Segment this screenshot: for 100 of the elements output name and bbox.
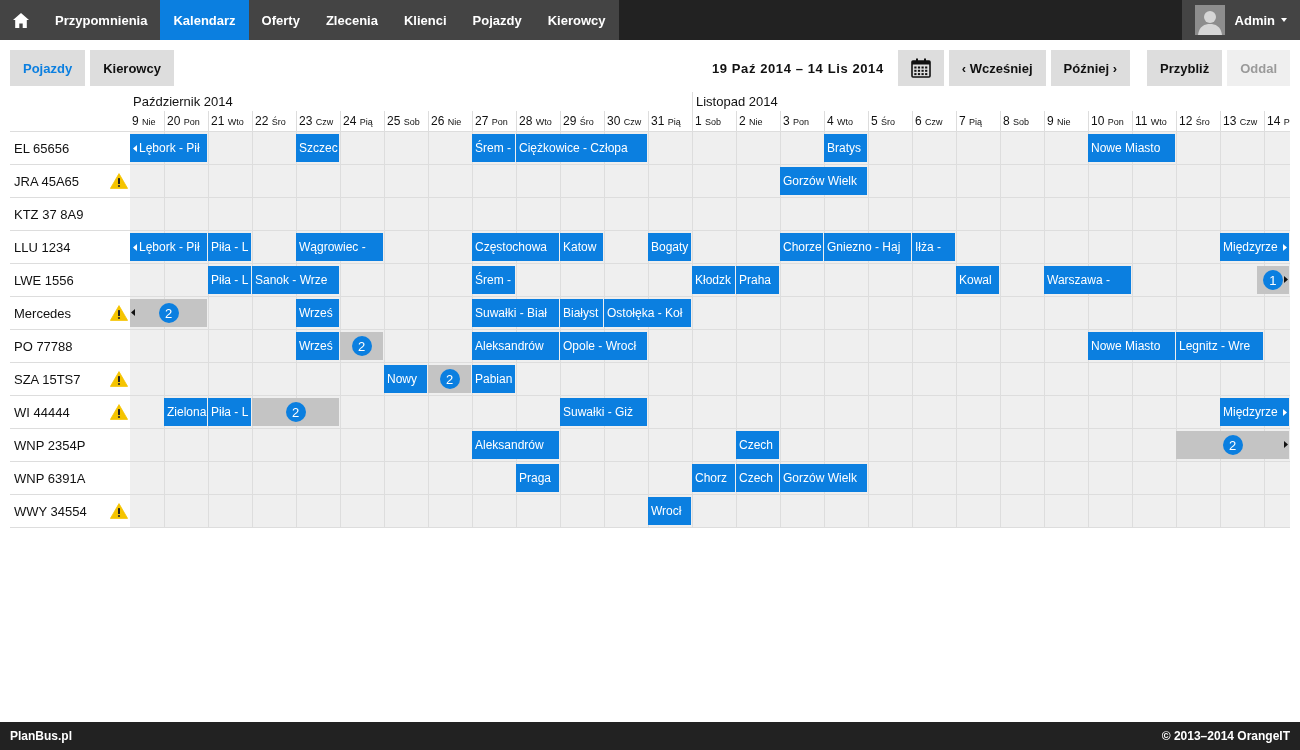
trip-bar[interactable]: Gorzów Wielk [780,167,867,195]
trip-bar[interactable]: Suwałki - Biał [472,299,559,327]
event-group[interactable]: 1 [1256,266,1289,294]
trip-bar[interactable]: Wągrowiec - [296,233,383,261]
trip-bar[interactable]: Nowe Miasto [1088,134,1175,162]
trip-bar[interactable]: Aleksandrów [472,431,559,459]
month-header: Październik 2014 [132,93,234,111]
trip-bar[interactable]: Śrem - [472,134,515,162]
count-badge: 2 [1222,435,1243,455]
trip-bar[interactable]: Pabian [472,365,515,393]
trip-bar[interactable]: Śrem - [472,266,515,294]
trip-bar[interactable]: Piła - L [208,233,251,261]
trip-bar[interactable]: Nowy [384,365,427,393]
trip-bar[interactable]: Praha [736,266,779,294]
trip-bar[interactable]: Chorz [692,464,735,492]
event-group[interactable]: 2 [130,299,207,327]
event-group[interactable]: 2 [1176,431,1289,459]
day-header: 8 Sob [1000,111,1044,131]
user-menu[interactable]: Admin [1181,0,1300,40]
period-button[interactable]: Później › [1050,50,1131,86]
trip-bar[interactable]: Wrześ [296,332,339,360]
copyright-text: © 2013–2014 OrangeIT [1161,729,1290,743]
trip-bar[interactable]: Białyst [560,299,603,327]
trip-bar[interactable]: Piła - L [208,266,251,294]
count-badge: 2 [439,369,460,389]
trip-bar[interactable]: Lębork - Pił [130,233,207,261]
event-group[interactable]: 2 [252,398,339,426]
nav-tab[interactable]: Zlecenia [312,0,391,40]
day-header: 4 Wto [824,111,868,131]
trip-bar[interactable]: Gniezno - Haj [824,233,911,261]
trip-bar[interactable]: Czech [736,431,779,459]
trip-bar[interactable]: Nowe Miasto [1088,332,1175,360]
trip-bar[interactable]: Szczec [296,134,339,162]
vehicle-name: KTZ 37 8A9 [14,206,84,222]
vehicle-name: WWY 34554 [14,503,87,519]
day-header: 9 Nie [131,113,157,130]
trip-bar[interactable]: Legnitz - Wre [1176,332,1263,360]
trip-bar[interactable]: Chorze [780,233,823,261]
trip-bar[interactable]: Wrześ [296,299,339,327]
vehicle-name: LWE 1556 [14,272,74,288]
calendar-icon [910,58,931,78]
trip-bar[interactable]: Zielona [164,398,207,426]
trip-bar[interactable]: Bogaty [648,233,691,261]
nav-tab[interactable]: Pojazdy [459,0,535,40]
day-header: 24 Pią [340,111,384,131]
trip-bar[interactable]: Katow [560,233,603,261]
day-header: 29 Śro [560,111,604,131]
day-header: 2 Nie [736,111,780,131]
trip-bar[interactable]: Ostołęka - Koł [604,299,691,327]
month-header: Listopad 2014 [692,92,1290,111]
event-group[interactable]: 2 [340,332,383,360]
trip-bar[interactable]: Piła - L [208,398,251,426]
vehicle-name: JRA 45A65 [14,173,80,189]
brand-label: PlanBus.pl [10,729,72,743]
trip-bar[interactable]: Kłodzk [692,266,735,294]
trip-bar[interactable]: Praga [516,464,559,492]
day-header: 14 P [1264,111,1290,131]
zoom-button[interactable]: Przybliż [1147,50,1223,86]
period-button[interactable]: ‹ Wcześniej [948,50,1046,86]
trip-bar[interactable]: Opole - Wrocł [560,332,647,360]
nav-tab[interactable]: Kierowcy [534,0,619,40]
trip-bar[interactable]: Sanok - Wrze [252,266,339,294]
nav-tab[interactable]: Przypomnienia [42,0,161,40]
day-header: 23 Czw [296,111,340,131]
view-tab[interactable]: Pojazdy [10,50,86,86]
home-icon [13,12,29,28]
trip-bar[interactable]: Międzyrze [1220,233,1289,261]
view-tab[interactable]: Kierowcy [90,50,174,86]
trip-bar[interactable]: Wrocł [648,497,691,525]
nav-tab[interactable]: Kalendarz [160,0,249,40]
trip-bar[interactable]: Aleksandrów [472,332,559,360]
trip-bar[interactable]: Suwałki - Giż [560,398,647,426]
nav-tab[interactable]: Oferty [248,0,313,40]
vehicle-name: WNP 6391A [14,470,86,486]
day-header: 31 Pią [648,111,692,131]
vehicle-name: SZA 15TS7 [14,371,81,387]
day-header: 11 Wto [1132,111,1176,131]
vehicle-name: Mercedes [14,305,72,321]
trip-bar[interactable]: Częstochowa [472,233,559,261]
event-group[interactable]: 2 [428,365,471,393]
vehicle-name: LLU 1234 [14,239,71,255]
trip-bar[interactable]: Bratys [824,134,867,162]
day-header: 10 Pon [1088,111,1132,131]
trip-bar[interactable]: Iłża - [912,233,955,261]
trip-bar[interactable]: Warszawa - [1044,266,1131,294]
vehicle-name: WNP 2354P [14,437,86,453]
trip-bar[interactable]: Ciężkowice - Człopa [516,134,647,162]
nav-tab[interactable]: Klienci [390,0,460,40]
count-badge: 2 [351,336,372,356]
caret-down-icon [1281,18,1287,22]
calendar-button[interactable] [897,50,944,86]
trip-bar[interactable]: Gorzów Wielk [780,464,867,492]
day-header: 27 Pon [472,111,516,131]
trip-bar[interactable]: Kowal [956,266,999,294]
trip-bar[interactable]: Międzyrze [1220,398,1289,426]
trip-bar[interactable]: Lębork - Pił [130,134,207,162]
day-header: 3 Pon [780,111,824,131]
day-header: 25 Sob [384,111,428,131]
trip-bar[interactable]: Czech [736,464,779,492]
vehicle-name: WI 44444 [14,404,70,420]
